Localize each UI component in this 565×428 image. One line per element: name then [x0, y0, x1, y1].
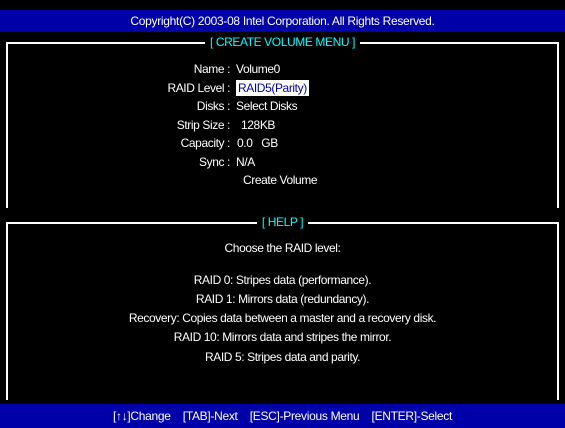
help-title-text: [ HELP ] — [256, 215, 309, 229]
create-volume-button[interactable]: Create Volume — [243, 172, 318, 188]
help-line: Recovery: Copies data between a master a… — [128, 311, 437, 325]
name-label: Name : — [193, 62, 231, 76]
create-volume-title-text: [ CREATE VOLUME MENU ] — [205, 35, 360, 49]
sync-field-row[interactable]: Sync : N/A — [0, 154, 565, 170]
copyright-text: Copyright(C) 2003-08 Intel Corporation. … — [130, 14, 435, 28]
help-panel: [ HELP ] Choose the RAID level: RAID 0: … — [0, 213, 565, 400]
key-help-text: [↑↓]Change [TAB]-Next [ESC]-Previous Men… — [112, 409, 453, 423]
capacity-value[interactable]: 0.0 GB — [237, 135, 278, 151]
disks-label: Disks : — [196, 99, 231, 113]
capacity-label: Capacity : — [180, 136, 231, 150]
help-line: RAID 0: Stripes data (performance). — [193, 273, 372, 287]
create-volume-title: [ CREATE VOLUME MENU ] — [0, 34, 565, 50]
help-title: [ HELP ] — [0, 214, 565, 230]
disks-field-row[interactable]: Disks : Select Disks — [0, 98, 565, 114]
sync-label: Sync : — [199, 155, 230, 169]
help-line: RAID 10: Mirrors data and stripes the mi… — [173, 330, 392, 344]
sync-value[interactable]: N/A — [236, 154, 255, 170]
raid-level-value[interactable]: RAID5(Parity) — [236, 80, 309, 96]
key-help-bar: [↑↓]Change [TAB]-Next [ESC]-Previous Men… — [0, 404, 565, 428]
help-line: RAID 5: Stripes data and parity. — [204, 350, 361, 364]
disks-value[interactable]: Select Disks — [236, 98, 298, 114]
strip-size-value[interactable]: 128KB — [241, 117, 275, 133]
name-field-row[interactable]: Name : Volume0 — [0, 61, 565, 77]
create-volume-label: Create Volume — [243, 173, 318, 187]
name-value[interactable]: Volume0 — [236, 61, 280, 77]
copyright-bar: Copyright(C) 2003-08 Intel Corporation. … — [0, 10, 565, 32]
help-heading: Choose the RAID level: — [224, 241, 341, 255]
capacity-field-row[interactable]: Capacity : 0.0 GB — [0, 135, 565, 151]
create-volume-panel: [ CREATE VOLUME MENU ] Name : Volume0 RA… — [0, 33, 565, 208]
strip-size-field-row[interactable]: Strip Size : 128KB — [0, 117, 565, 133]
strip-size-label: Strip Size : — [176, 118, 231, 132]
help-line: RAID 1: Mirrors data (redundancy). — [195, 292, 370, 306]
raid-level-field-row[interactable]: RAID Level : RAID5(Parity) — [0, 80, 565, 96]
raid-level-label: RAID Level : — [167, 81, 230, 95]
